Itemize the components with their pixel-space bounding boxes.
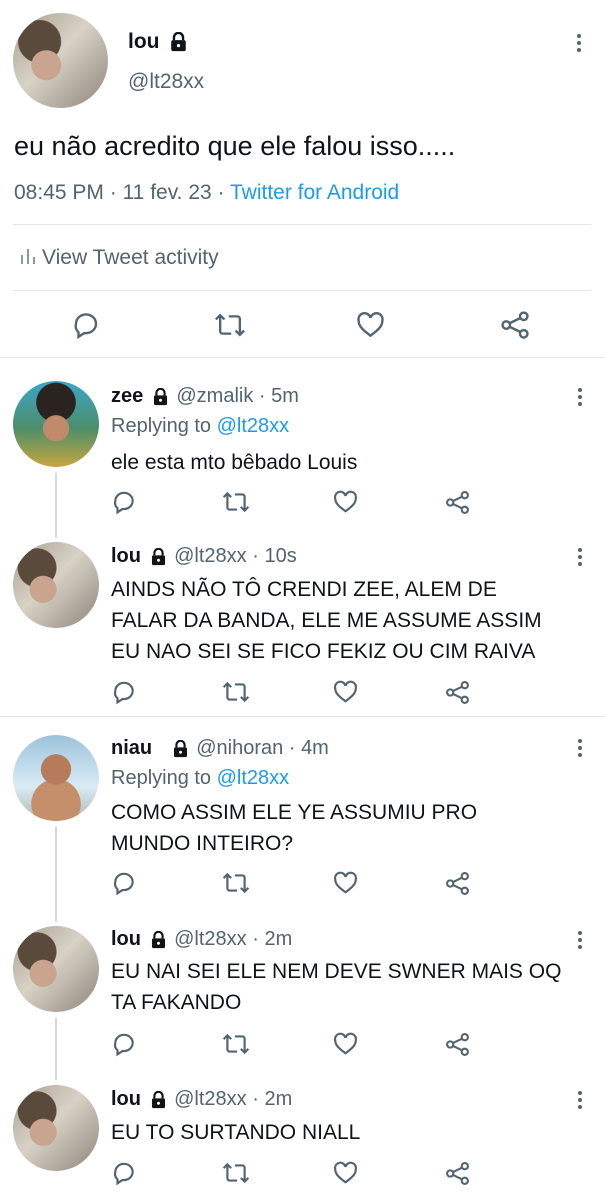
avatar[interactable]	[13, 926, 99, 1012]
author-handle[interactable]: @nihoran	[196, 737, 283, 759]
more-icon[interactable]	[577, 1091, 583, 1112]
thread-line	[55, 827, 57, 922]
more-icon[interactable]	[576, 34, 582, 55]
more-icon[interactable]	[577, 739, 583, 760]
tweet-time: 5m	[271, 385, 299, 407]
reply-icon[interactable]	[111, 870, 137, 896]
tweet-text-line: EU NAI SEI ELE NEM DEVE SWNER MAIS OQ	[111, 960, 562, 983]
more-icon[interactable]	[577, 931, 583, 952]
share-icon[interactable]	[445, 1161, 470, 1186]
like-icon[interactable]	[332, 679, 359, 705]
tweet-time: 2m	[264, 1088, 293, 1110]
share-icon[interactable]	[445, 1032, 470, 1057]
reply-icon[interactable]	[111, 679, 137, 705]
like-icon[interactable]	[332, 1031, 359, 1057]
more-icon[interactable]	[577, 388, 583, 409]
avatar[interactable]	[13, 1085, 99, 1171]
reply-icon[interactable]	[111, 1160, 137, 1186]
author-handle[interactable]: @lt28xx	[174, 1088, 247, 1110]
like-icon[interactable]	[332, 870, 359, 896]
author-name[interactable]: lou	[128, 30, 160, 53]
thread-line	[55, 1018, 57, 1080]
author-handle[interactable]: @lt28xx	[174, 545, 247, 567]
retweet-icon[interactable]	[214, 310, 246, 340]
like-icon[interactable]	[332, 489, 359, 515]
author-name[interactable]: lou	[111, 545, 141, 567]
avatar[interactable]	[13, 735, 99, 821]
avatar[interactable]	[13, 13, 108, 108]
tweet-time: 4m	[301, 737, 329, 759]
replying-to: Replying to @lt28xx	[111, 767, 289, 790]
tweet-text-line: MUNDO INTEIRO?	[111, 832, 294, 855]
activity-label: View Tweet activity	[42, 246, 219, 269]
reply-icon[interactable]	[71, 310, 101, 340]
avatar[interactable]	[13, 542, 99, 628]
retweet-icon[interactable]	[222, 870, 250, 896]
divider	[0, 716, 605, 717]
tweet-time: 2m	[264, 928, 293, 950]
lock-icon	[151, 1090, 165, 1108]
replying-prefix: Replying to	[111, 415, 212, 437]
tweet-text-line: TA FAKANDO	[111, 991, 242, 1014]
author-handle[interactable]: @lt28xx	[174, 928, 247, 950]
replying-to: Replying to @lt28xx	[111, 415, 289, 438]
divider	[13, 290, 591, 291]
thread-line	[55, 473, 57, 538]
author-handle[interactable]: @zmalik	[176, 385, 253, 407]
reply-icon[interactable]	[111, 489, 137, 515]
avatar[interactable]	[13, 381, 99, 467]
tweet-text-line: FALAR DA BANDA, ELE ME ASSUME ASSIM	[111, 609, 542, 632]
replying-to-handle[interactable]: @lt28xx	[217, 767, 290, 789]
activity-icon	[21, 249, 35, 264]
lock-icon	[151, 547, 165, 565]
share-icon[interactable]	[445, 871, 470, 896]
tweet-time: 08:45 PM	[14, 181, 104, 204]
divider	[13, 224, 591, 225]
reply-icon[interactable]	[111, 1031, 137, 1057]
lock-icon	[171, 32, 187, 52]
retweet-icon[interactable]	[222, 1031, 250, 1057]
tweet-text-line: AINDS NÃO TÔ CRENDI ZEE, ALEM DE	[111, 578, 497, 601]
retweet-icon[interactable]	[222, 489, 250, 515]
tweet-date: 11 fev. 23	[122, 181, 212, 204]
lock-icon	[173, 739, 187, 757]
tweet-meta: 08:45 PM · 11 fev. 23 · Twitter for Andr…	[14, 181, 400, 204]
author-name[interactable]: zee	[111, 385, 143, 407]
author-name[interactable]: lou	[111, 1088, 141, 1110]
tweet-text-line: COMO ASSIM ELE YE ASSUMIU PRO	[111, 801, 478, 824]
author-name[interactable]: niau	[111, 737, 152, 759]
replying-prefix: Replying to	[111, 767, 212, 789]
share-icon[interactable]	[500, 310, 530, 340]
replying-to-handle[interactable]: @lt28xx	[217, 415, 290, 437]
tweet-time: 10s	[264, 545, 297, 567]
author-name[interactable]: lou	[111, 928, 141, 950]
tweet-text: EU TO SURTANDO NIALL	[111, 1121, 361, 1144]
share-icon[interactable]	[445, 490, 470, 515]
view-activity-link[interactable]: View Tweet activity	[20, 246, 219, 270]
author-handle[interactable]: @lt28xx	[128, 70, 204, 94]
lock-icon	[151, 930, 165, 948]
divider	[0, 357, 605, 358]
tweet-text-line: EU NAO SEI SE FICO FEKIZ OU CIM RAIVA	[111, 640, 536, 663]
like-icon[interactable]	[355, 310, 386, 340]
retweet-icon[interactable]	[222, 1160, 250, 1186]
tweet-text: eu não acredito que ele falou isso.....	[14, 131, 456, 161]
lock-icon	[153, 387, 167, 405]
tweet-text: ele esta mto bêbado Louis	[111, 451, 358, 474]
like-icon[interactable]	[332, 1160, 359, 1186]
share-icon[interactable]	[445, 680, 470, 705]
retweet-icon[interactable]	[222, 679, 250, 705]
tweet-source[interactable]: Twitter for Android	[230, 181, 399, 204]
more-icon[interactable]	[577, 548, 583, 569]
